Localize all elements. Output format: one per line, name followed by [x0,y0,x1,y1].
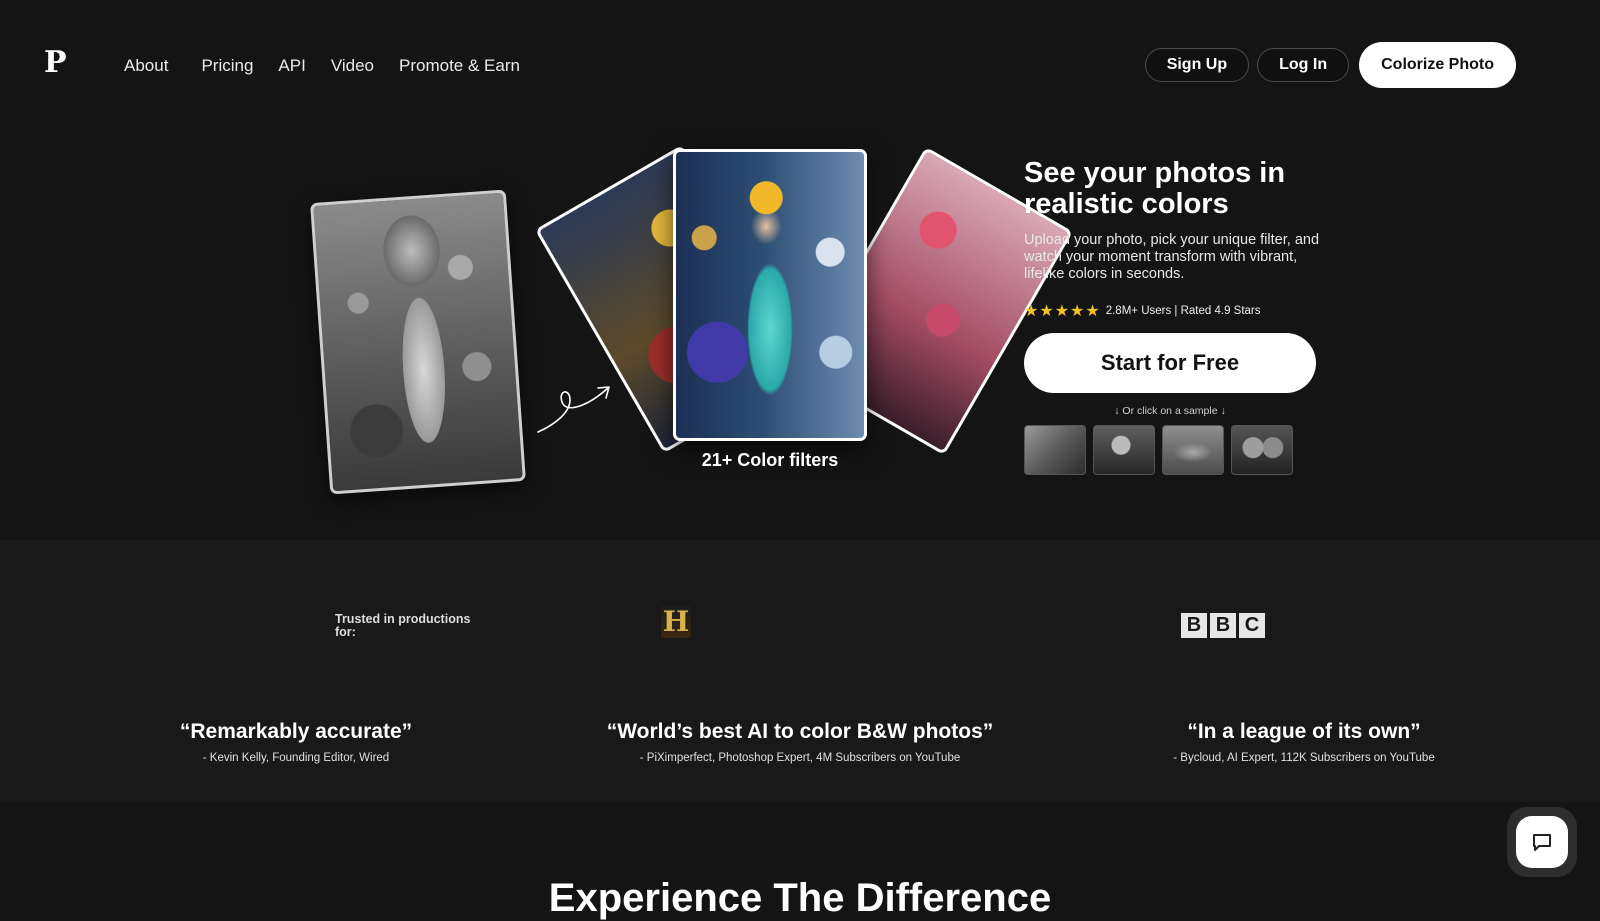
bw-original-photo [310,189,526,495]
bbc-logo: B B C [1181,613,1265,638]
hero-text: See your photos in realistic colors Uplo… [1024,158,1324,475]
nav-links: About Pricing API Video Promote & Earn [124,56,545,76]
trusted-label: Trusted in productions for: [335,612,471,639]
quote-author: - Kevin Kelly, Founding Editor, Wired [202,752,390,764]
rating-text: 2.8M+ Users | Rated 4.9 Stars [1105,305,1261,317]
quote-text: “In a league of its own” [1187,720,1421,743]
history-channel-logo: H [661,605,691,638]
quote-text: “Remarkably accurate” [179,720,413,743]
section-title: Experience The Difference [548,876,1052,920]
log-in-button[interactable]: Log In [1257,48,1350,82]
sample-thumbnail-1[interactable] [1024,425,1086,475]
chat-widget-inner [1516,816,1568,868]
color-filter-photo-center[interactable] [673,149,867,441]
rating-row: ★★★★★ 2.8M+ Users | Rated 4.9 Stars [1024,301,1324,321]
star-rating-icon: ★★★★★ [1024,303,1101,320]
color-filters-label: 21+ Color filters [701,450,839,470]
hero-section: 21+ Color filters See your photos in rea… [0,130,1600,540]
quote-author: - Bycloud, AI Expert, 112K Subscribers o… [1173,752,1435,764]
testimonial-quote: “World’s best AI to color B&W photos” - … [580,720,1020,764]
trust-section: Trusted in productions for: H B B C “Rem… [0,540,1600,802]
hero-subtitle: Upload your photo, pick your unique filt… [1024,232,1320,282]
nav-link-pricing[interactable]: Pricing [201,56,253,76]
nav-link-about[interactable]: About [124,56,168,76]
sign-up-button[interactable]: Sign Up [1144,48,1250,82]
top-nav: P About Pricing API Video Promote & Earn… [0,0,1600,130]
sample-thumbnail-3[interactable] [1162,425,1224,475]
nav-link-promote-earn[interactable]: Promote & Earn [399,56,520,76]
chat-bubble-icon [1533,834,1551,851]
sample-thumbnails [1024,425,1324,475]
bbc-letter: C [1239,613,1265,638]
sample-label: ↓ Or click on a sample ↓ [1114,405,1226,417]
bbc-letter: B [1210,613,1236,638]
nav-link-video[interactable]: Video [331,56,374,76]
testimonial-quote: “In a league of its own” - Bycloud, AI E… [1124,720,1484,764]
quote-author: - PiXimperfect, Photoshop Expert, 4M Sub… [639,752,961,764]
hero-title: See your photos in realistic colors [1024,157,1286,220]
sample-thumbnail-4[interactable] [1231,425,1293,475]
sample-thumbnail-2[interactable] [1093,425,1155,475]
curly-arrow-icon [537,386,610,433]
nav-link-api[interactable]: API [278,56,305,76]
bbc-letter: B [1181,613,1207,638]
chat-widget-button[interactable] [1507,807,1577,877]
colorize-photo-button[interactable]: Colorize Photo [1359,42,1516,88]
start-for-free-button[interactable]: Start for Free [1024,333,1316,393]
nav-actions: Sign Up Log In Colorize Photo [1144,42,1516,88]
testimonial-quote: “Remarkably accurate” - Kevin Kelly, Fou… [116,720,476,764]
site-logo[interactable]: P [44,48,67,78]
quote-text: “World’s best AI to color B&W photos” [606,720,994,743]
